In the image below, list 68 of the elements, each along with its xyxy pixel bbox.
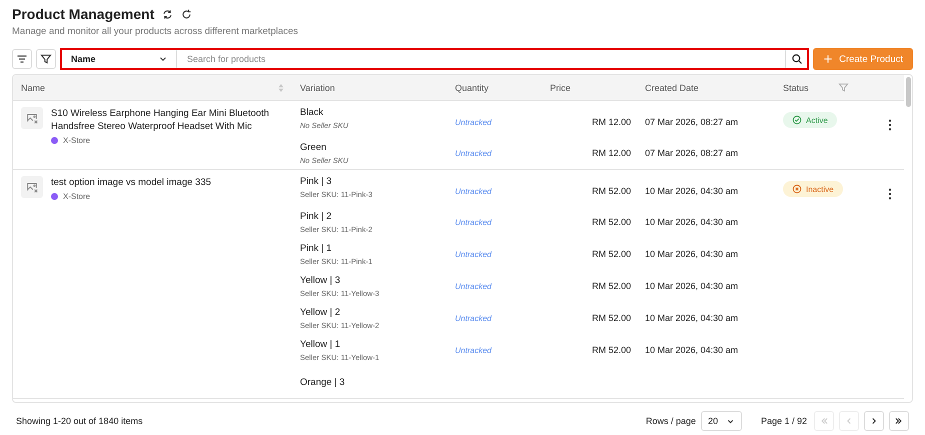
- quantity-value: Untracked: [455, 250, 492, 259]
- lines-icon: [16, 53, 28, 65]
- variation-name: Pink | 2: [300, 210, 333, 222]
- variation-name: Pink | 1: [300, 242, 333, 254]
- items-summary: Showing 1-20 out of 1840 items: [16, 416, 143, 426]
- variation-name: Green: [300, 142, 328, 152]
- sync-icon[interactable]: [162, 8, 174, 20]
- column-header: Quantity: [455, 82, 489, 92]
- filter-button[interactable]: [36, 49, 56, 69]
- page-subtitle: Manage and monitor all your products across different marketplaces: [12, 26, 300, 37]
- price-value: RM 52.00: [592, 345, 631, 355]
- price-value: RM 52.00: [592, 249, 631, 259]
- column-header: Created Date: [645, 82, 699, 92]
- product-name[interactable]: test option image vs model image 335: [51, 176, 212, 189]
- quantity-value: Untracked: [455, 149, 492, 158]
- column-header: Price: [550, 82, 571, 92]
- double-chevron-icon: [819, 416, 829, 426]
- variation-name: Yellow | 2: [300, 306, 342, 318]
- last-page-button[interactable]: [889, 411, 909, 431]
- quantity-value: Untracked: [455, 314, 492, 323]
- store-name: X-Store: [63, 192, 90, 201]
- price-value: RM 52.00: [592, 186, 631, 196]
- scrollbar[interactable]: [906, 77, 911, 107]
- status-badge: Active: [783, 112, 837, 128]
- price-value: RM 12.00: [592, 148, 631, 158]
- variation-name: Pink | 3: [300, 176, 333, 187]
- created-date: 10 Mar 2026, 04:30 am: [645, 313, 738, 323]
- refresh-icon[interactable]: [181, 8, 192, 20]
- product-name[interactable]: S10 Wireless Earphone Hanging Ear Mini Bluetooth Handsfree Stereo Waterproof Headset With Mic: [51, 107, 285, 133]
- rows-per-page-label: Rows / page: [646, 416, 696, 426]
- plus-icon: [823, 54, 834, 64]
- quantity-value: Untracked: [455, 282, 492, 291]
- variation-name: Yellow | 3: [300, 274, 342, 286]
- more-options-icon[interactable]: [888, 188, 892, 200]
- more-options-icon[interactable]: [888, 119, 892, 131]
- price-value: RM 52.00: [592, 217, 631, 227]
- column-header: Name: [21, 82, 46, 92]
- created-date: 10 Mar 2026, 04:30 am: [645, 217, 738, 227]
- variation-name: Black: [300, 107, 324, 118]
- created-date: 07 Mar 2026, 08:27 am: [645, 117, 738, 127]
- created-date: 10 Mar 2026, 04:30 am: [645, 249, 738, 259]
- double-chevron-icon: [894, 416, 904, 426]
- filter-icon: [40, 53, 52, 65]
- image-placeholder-icon: [21, 176, 43, 198]
- price-value: RM 52.00: [592, 281, 631, 291]
- status-badge: Inactive: [783, 181, 843, 197]
- column-header: Variation: [300, 82, 335, 92]
- quantity-value: Untracked: [455, 187, 492, 196]
- search-icon: [790, 53, 803, 65]
- variation-name: Yellow | 1: [300, 338, 342, 350]
- column-header: Status: [783, 82, 809, 92]
- rows-per-page-dropdown[interactable]: 20: [700, 411, 742, 431]
- created-date: 10 Mar 2026, 04:30 am: [645, 345, 738, 355]
- page-title: Product Management: [12, 6, 154, 22]
- quantity-value: Untracked: [455, 346, 492, 355]
- price-value: RM 52.00: [592, 313, 631, 323]
- store-name: X-Store: [63, 136, 90, 145]
- quantity-value: Untracked: [455, 218, 492, 227]
- quantity-value: Untracked: [455, 118, 492, 127]
- created-date: 10 Mar 2026, 04:30 am: [645, 186, 738, 196]
- page-indicator: Page 1 / 92: [760, 416, 807, 426]
- created-date: 07 Mar 2026, 08:27 am: [645, 148, 738, 158]
- price-value: RM 12.00: [592, 117, 631, 127]
- search-bar[interactable]: Name Search for products: [60, 48, 810, 70]
- sort-button[interactable]: [12, 49, 32, 69]
- variation-name: Orange | 3: [300, 376, 346, 388]
- image-placeholder-icon: [21, 107, 43, 129]
- created-date: 10 Mar 2026, 04:30 am: [645, 281, 738, 291]
